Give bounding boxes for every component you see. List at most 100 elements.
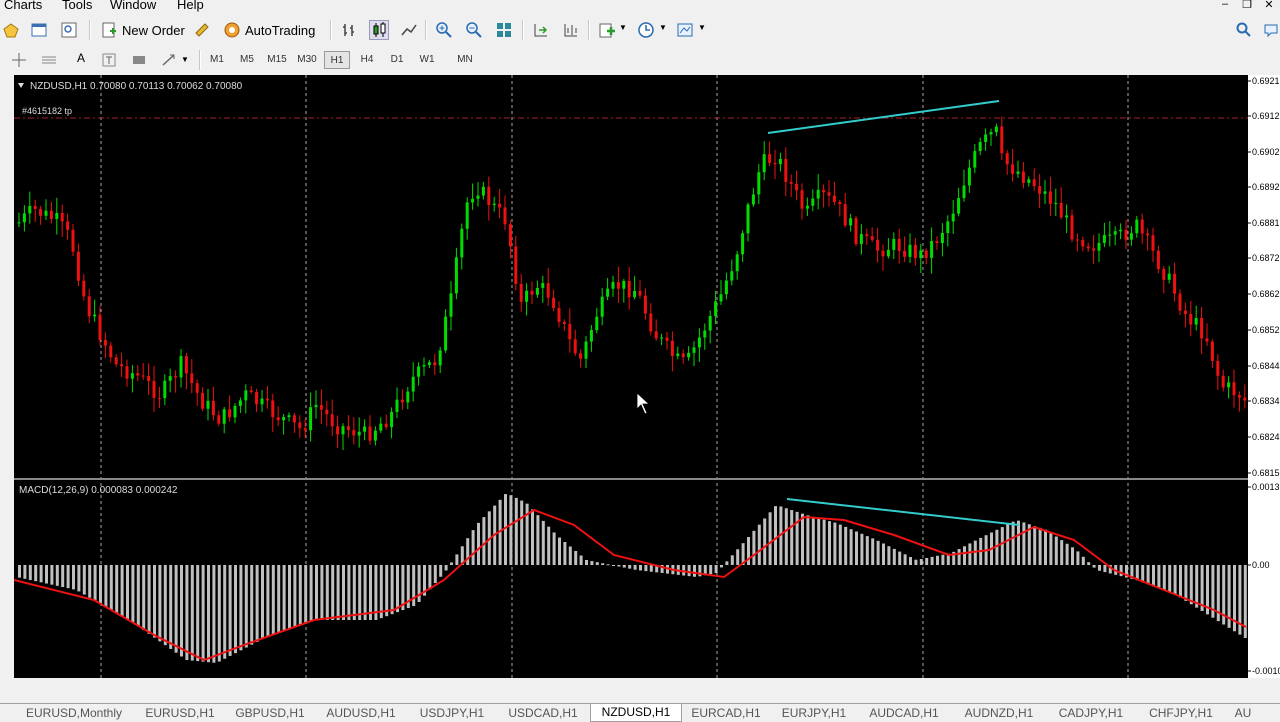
tab-audusd-h1[interactable]: AUDUSD,H1 [316, 705, 406, 721]
tab-eurusd-monthly[interactable]: EURUSD,Monthly [14, 705, 134, 721]
chart-window[interactable]: #4615182 tp NZDUSD,H1 0.70080 0.70113 0.… [13, 75, 1248, 698]
tab-audcad-h1[interactable]: AUDCAD,H1 [858, 705, 950, 721]
new-order-button[interactable]: New Order [96, 19, 189, 41]
menu-charts[interactable]: Charts [4, 0, 42, 12]
candle-body [476, 195, 480, 199]
periods-dropdown-icon[interactable]: ▼ [659, 23, 667, 32]
macd-histogram-bar [892, 548, 896, 565]
candle-body [438, 350, 442, 366]
candle-body [130, 373, 134, 379]
candle-body [60, 212, 64, 222]
profiles-icon[interactable] [30, 21, 48, 39]
tab-eurcad-h1[interactable]: EURCAD,H1 [682, 705, 770, 721]
chat-icon[interactable] [1262, 21, 1280, 39]
macd-histogram-bar [34, 565, 38, 582]
auto-scroll-icon[interactable] [532, 21, 550, 39]
candle-body [1124, 229, 1128, 240]
text-tool-icon[interactable]: A [72, 51, 90, 69]
candle-body [1189, 313, 1193, 325]
autotrading-label: AutoTrading [245, 22, 316, 38]
rectangle-icon[interactable] [130, 51, 148, 69]
menu-tools[interactable]: Tools [62, 0, 92, 12]
tab-audnzd-h1[interactable]: AUDNZD,H1 [952, 705, 1046, 721]
candle-body [762, 154, 766, 173]
macd-histogram-bar [298, 565, 302, 626]
timeframe-w1[interactable]: W1 [414, 51, 440, 69]
candle-body [595, 316, 599, 331]
tab-eurjpy-h1[interactable]: EURJPY,H1 [772, 705, 856, 721]
tab-eurusd-h1[interactable]: EURUSD,H1 [136, 705, 224, 721]
metaeditor-icon[interactable] [193, 21, 211, 39]
line-chart-icon[interactable] [400, 21, 418, 39]
candlestick-icon[interactable] [369, 20, 389, 40]
price-label: 0.6881 [1252, 218, 1280, 228]
candle-body [174, 376, 178, 378]
chart-canvas[interactable]: #4615182 tp NZDUSD,H1 0.70080 0.70113 0.… [13, 75, 1248, 698]
arrows-icon[interactable] [160, 51, 178, 69]
horizontal-line-icon[interactable] [40, 51, 58, 69]
macd-histogram-bar [142, 565, 146, 631]
macd-histogram-bar [147, 565, 151, 634]
timeframe-h4[interactable]: H4 [354, 51, 380, 69]
price-label: 0.6844 [1252, 361, 1280, 371]
chart-shift-icon[interactable] [562, 21, 580, 39]
macd-histogram-bar [763, 518, 767, 565]
timeframe-m1[interactable]: M1 [204, 51, 230, 69]
autotrading-button[interactable]: AutoTrading [219, 19, 319, 41]
indicators-dropdown-icon[interactable]: ▼ [619, 23, 627, 32]
candle-body [805, 205, 809, 209]
candle-body [822, 189, 826, 193]
macd-histogram-bar [1071, 547, 1074, 565]
timeframe-h1[interactable]: H1 [324, 51, 350, 69]
candle-body [881, 250, 885, 257]
zoom-out-icon[interactable] [465, 21, 483, 39]
tab-gbpusd-h1[interactable]: GBPUSD,H1 [226, 705, 314, 721]
timeframe-m30[interactable]: M30 [294, 51, 320, 69]
price-trendline[interactable] [767, 100, 1000, 134]
text-label-icon[interactable] [100, 51, 118, 69]
restore-icon[interactable]: ❐ [1238, 0, 1256, 12]
crosshair-icon[interactable] [10, 51, 28, 69]
candle-body [589, 330, 593, 342]
tab-chfjpy-h1[interactable]: CHFJPY,H1 [1136, 705, 1226, 721]
timeframe-m5[interactable]: M5 [234, 51, 260, 69]
arrows-dropdown-icon[interactable]: ▼ [181, 55, 189, 64]
macd-histogram-bar [482, 517, 486, 565]
close-icon[interactable]: ✕ [1260, 0, 1278, 12]
timeframe-m15[interactable]: M15 [264, 51, 290, 69]
tab-usdjpy-h1[interactable]: USDJPY,H1 [408, 705, 496, 721]
search-icon[interactable] [1235, 21, 1253, 39]
candle-body [903, 250, 907, 257]
candle-body [719, 294, 723, 302]
macd-histogram-bar [574, 551, 578, 565]
zoom-window-icon[interactable] [60, 21, 78, 39]
periods-icon[interactable] [637, 21, 655, 39]
tab-au[interactable]: AU [1228, 705, 1258, 721]
bar-chart-icon[interactable] [340, 21, 358, 39]
macd-trendline[interactable] [786, 498, 1020, 526]
templates-icon[interactable] [676, 21, 694, 39]
macd-histogram-bar [725, 561, 729, 565]
menu-help[interactable]: Help [177, 0, 204, 12]
candle-body [249, 390, 253, 392]
tab-nzdusd-h1[interactable]: NZDUSD,H1 [590, 704, 682, 722]
macd-histogram-bar [957, 549, 961, 565]
minimize-icon[interactable]: – [1216, 0, 1234, 12]
new-chart-icon[interactable] [2, 21, 20, 39]
macd-histogram-bar [450, 562, 453, 565]
price-axis[interactable]: 0.6921 0.6912 0.6902 0.6892 0.6881 0.6872 0.68… [1248, 75, 1280, 678]
indicators-icon[interactable] [598, 21, 616, 39]
tile-windows-icon[interactable] [495, 21, 513, 39]
tab-usdcad-h1[interactable]: USDCAD,H1 [498, 705, 588, 721]
tab-cadjpy-h1[interactable]: CADJPY,H1 [1048, 705, 1134, 721]
zoom-in-icon[interactable] [435, 21, 453, 39]
candle-body [1102, 235, 1106, 243]
templates-dropdown-icon[interactable]: ▼ [698, 23, 706, 32]
chart-menu-icon[interactable] [18, 83, 24, 88]
candle-body [681, 353, 685, 358]
candle-body [1032, 179, 1036, 187]
menu-window[interactable]: Window [110, 0, 156, 12]
candle-body [1086, 246, 1090, 249]
timeframe-mn[interactable]: MN [452, 51, 478, 69]
timeframe-d1[interactable]: D1 [384, 51, 410, 69]
